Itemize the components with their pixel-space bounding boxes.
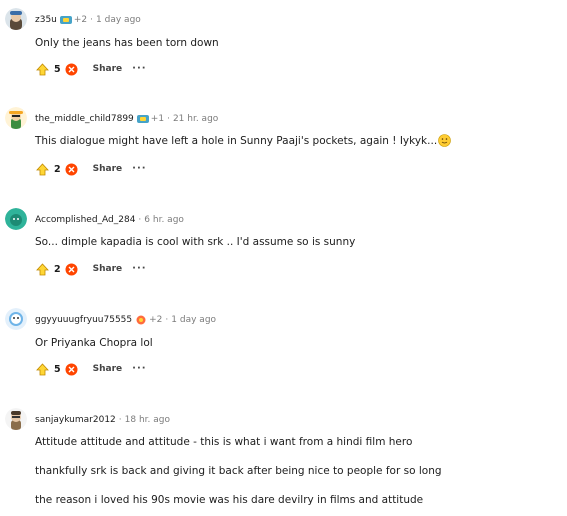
more-options-icon[interactable]: ··· — [132, 264, 146, 274]
timestamp[interactable]: 1 day ago — [171, 313, 216, 327]
downvote-icon — [65, 63, 78, 75]
timestamp[interactable]: 18 hr. ago — [125, 413, 170, 427]
vote-score: 5 — [54, 363, 61, 375]
upvote-icon — [35, 62, 49, 75]
share-button[interactable]: Share — [93, 264, 123, 274]
upvote-button[interactable] — [35, 262, 49, 276]
timestamp[interactable]: 1 day ago — [96, 13, 141, 27]
more-options-icon[interactable]: ··· — [132, 64, 146, 74]
avatar[interactable] — [5, 208, 27, 230]
comment-actions: 2 Share ··· — [35, 262, 147, 276]
more-options-icon[interactable]: ··· — [132, 364, 146, 374]
award-icon — [136, 115, 149, 123]
username[interactable]: ggyyuuugfryuu75555 — [35, 313, 132, 327]
comment-body: Or Priyanka Chopra lol — [35, 337, 153, 349]
comment-body: So... dimple kapadia is cool with srk ..… — [35, 236, 356, 248]
downvote-button[interactable] — [65, 162, 79, 176]
upvote-button[interactable] — [35, 362, 49, 376]
comment-meta: the_middle_child7899 +1 · 21 hr. ago — [35, 112, 218, 126]
upvote-icon — [35, 162, 49, 175]
comment-actions: 5 Share ··· — [35, 362, 147, 376]
separator: · — [138, 215, 142, 225]
avatar[interactable] — [5, 8, 27, 30]
award-icon — [59, 16, 72, 24]
separator: · — [90, 15, 94, 25]
share-button[interactable]: Share — [93, 164, 123, 174]
downvote-button[interactable] — [65, 262, 79, 276]
share-button[interactable]: Share — [93, 64, 123, 74]
slightly-smiling-face-icon — [438, 134, 451, 147]
comment-meta: Accomplished_Ad_284 · 6 hr. ago — [35, 213, 184, 227]
downvote-button[interactable] — [65, 362, 79, 376]
share-button[interactable]: Share — [93, 364, 123, 374]
avatar[interactable] — [5, 308, 27, 330]
downvote-button[interactable] — [65, 62, 79, 76]
comment-body-text: This dialogue might have left a hole in … — [35, 135, 438, 147]
comment-meta: sanjaykumar2012 · 18 hr. ago — [35, 413, 170, 427]
comment-actions: 2 Share ··· — [35, 162, 147, 176]
avatar[interactable] — [5, 408, 27, 430]
downvote-icon — [65, 263, 78, 275]
separator: · — [165, 315, 169, 325]
separator: · — [118, 415, 122, 425]
vote-score: 2 — [54, 163, 61, 175]
comment-actions: 5 Share ··· — [35, 62, 147, 76]
award-count: +1 — [150, 114, 165, 124]
comment-body-line: Attitude attitude and attitude - this is… — [35, 436, 413, 448]
timestamp[interactable]: 21 hr. ago — [173, 112, 218, 126]
downvote-icon — [65, 363, 78, 375]
award-count: +2 — [73, 15, 88, 25]
comment-meta: ggyyuuugfryuu75555 +2 · 1 day ago — [35, 313, 216, 327]
comment-body-line: thankfully srk is back and giving it bac… — [35, 465, 442, 477]
upvote-button[interactable] — [35, 162, 49, 176]
username[interactable]: sanjaykumar2012 — [35, 413, 116, 427]
vote-score: 2 — [54, 263, 61, 275]
award-icon — [136, 315, 146, 325]
upvote-button[interactable] — [35, 62, 49, 76]
vote-score: 5 — [54, 63, 61, 75]
comment-body: This dialogue might have left a hole in … — [35, 134, 451, 148]
upvote-icon — [35, 262, 49, 275]
username[interactable]: the_middle_child7899 — [35, 112, 134, 126]
comment-body-line: the reason i loved his 90s movie was his… — [35, 494, 424, 506]
comment-meta: z35u +2 · 1 day ago — [35, 13, 141, 27]
downvote-icon — [65, 163, 78, 175]
username[interactable]: Accomplished_Ad_284 — [35, 213, 135, 227]
avatar[interactable] — [5, 107, 27, 129]
award-count: +2 — [149, 315, 163, 325]
more-options-icon[interactable]: ··· — [132, 164, 146, 174]
username[interactable]: z35u — [35, 13, 57, 27]
comment-body: Only the jeans has been torn down — [35, 37, 219, 49]
separator: · — [167, 114, 170, 124]
upvote-icon — [35, 362, 49, 375]
timestamp[interactable]: 6 hr. ago — [144, 213, 184, 227]
